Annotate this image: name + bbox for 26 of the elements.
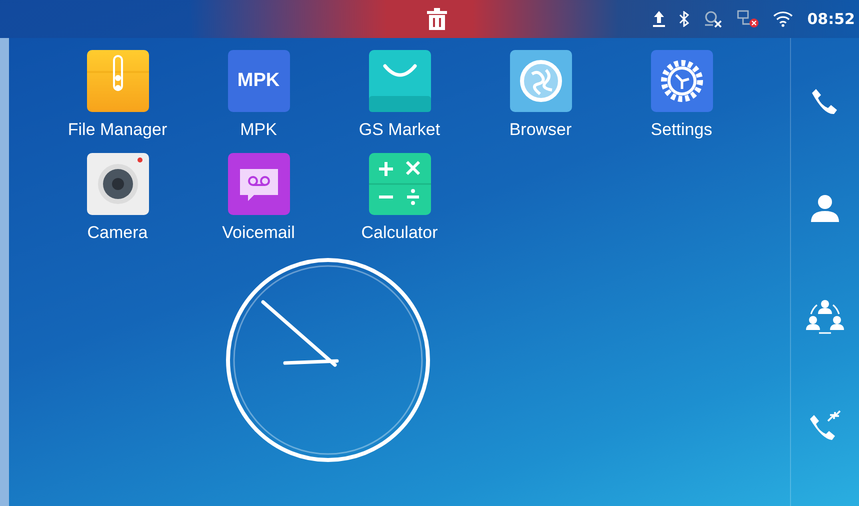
- gear-icon: [650, 50, 712, 112]
- app-shortcut[interactable]: Settings: [611, 50, 752, 140]
- conference-icon[interactable]: [805, 298, 845, 334]
- app-shortcut[interactable]: Voicemail: [188, 153, 329, 243]
- wifi-icon: [773, 11, 794, 27]
- app-shortcut[interactable]: GS Market: [329, 50, 470, 140]
- app-shortcut[interactable]: MPK MPK: [188, 50, 329, 140]
- shopping-bag-icon: [368, 50, 430, 112]
- clock-time: 08:52: [807, 10, 855, 28]
- camera-icon: [86, 153, 148, 215]
- upload-icon: [653, 11, 666, 27]
- app-shortcut[interactable]: Browser: [470, 50, 611, 140]
- globe-icon: [510, 50, 572, 112]
- trash-icon[interactable]: [427, 8, 447, 30]
- contact-icon[interactable]: [809, 192, 841, 224]
- voicemail-icon: [228, 153, 290, 215]
- app-shortcut[interactable]: Calculator: [329, 153, 470, 243]
- mpk-icon: MPK: [228, 50, 290, 112]
- disconnected-icon: [703, 10, 724, 28]
- folder-icon: [86, 50, 148, 112]
- call-transfer-icon[interactable]: [809, 408, 841, 440]
- calculator-icon: [368, 153, 430, 215]
- network-error-icon: [737, 10, 760, 28]
- bluetooth-icon: [679, 11, 690, 27]
- app-shortcut[interactable]: Camera: [47, 153, 188, 243]
- app-shortcut[interactable]: File Manager: [47, 50, 188, 140]
